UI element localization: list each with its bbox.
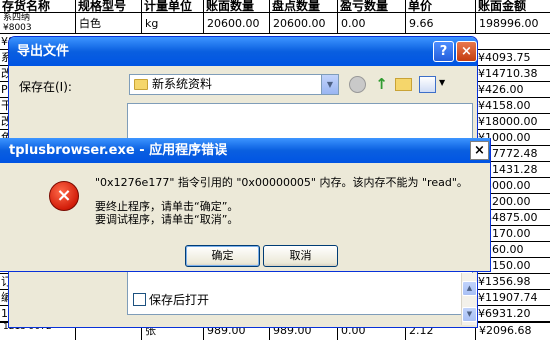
scroll-up-button[interactable]: ▲ — [462, 281, 477, 296]
error-message: "0x1276e177" 指令引用的 "0x00000005" 内存。该内存不能… — [95, 176, 468, 189]
terminate-instruction: 要终止程序，请单击“确定”。 — [95, 200, 239, 213]
header-unit: 计量单位 — [142, 0, 204, 12]
view-menu-icon[interactable] — [419, 76, 436, 93]
scroll-down-button[interactable]: ▼ — [462, 307, 477, 322]
help-button[interactable]: ? — [433, 41, 454, 62]
cell-diff-qty: 0.00 — [338, 13, 406, 34]
error-instructions: 要终止程序，请单击“确定”。 要调试程序，请单击“取消”。 — [95, 200, 238, 226]
list-item: ¥6931.20 — [476, 306, 550, 322]
list-item: ¥426.00 — [476, 82, 550, 98]
application-error-dialog: tplusbrowser.exe - 应用程序错误 × × "0x1276e17… — [0, 138, 491, 272]
cancel-button[interactable]: 取消 — [263, 245, 338, 267]
list-item: ¥1356.98 — [476, 274, 550, 290]
open-after-save-label: 保存后打开 — [149, 293, 210, 307]
header-book-amount: 账面金额 — [478, 0, 527, 12]
header-item-name: 存货名称 — [0, 0, 76, 12]
error-icon: × — [49, 181, 79, 211]
list-item: ¥4093.75 — [476, 50, 550, 66]
save-in-dropdown[interactable]: 新系统资料 ▼ — [129, 74, 339, 95]
list-item — [476, 34, 550, 50]
error-close-button[interactable]: × — [470, 141, 489, 160]
list-item: ¥14710.38 — [476, 66, 550, 82]
back-icon[interactable] — [349, 76, 366, 93]
cell-unit: kg — [142, 13, 204, 34]
list-item: ¥11907.74 — [476, 290, 550, 306]
chevron-down-icon[interactable]: ▼ — [321, 75, 338, 94]
dialog-title: 导出文件 — [9, 37, 477, 66]
list-item: ¥4158.00 — [476, 98, 550, 114]
new-folder-icon[interactable] — [395, 78, 412, 91]
header-count-qty: 盘点数量 — [270, 0, 338, 12]
cell-name: 系四纳 ¥8003 — [0, 13, 76, 34]
column-header-row: 存货名称 规格型号 计量单位 账面数量 盘点数量 盈亏数量 单价 账面金额 — [0, 0, 550, 12]
cell-book-qty: 20600.00 — [204, 13, 270, 34]
table-row: 系四纳 ¥8003 白色 kg 20600.00 20600.00 0.00 9.… — [0, 12, 550, 34]
selected-folder: 新系统资料 — [152, 77, 213, 91]
cell-book-amount: ¥2096.68 — [479, 324, 532, 337]
cell-price: 9.66 — [406, 13, 476, 34]
header-spec: 规格型号 — [76, 0, 142, 12]
cell-count-qty: 20600.00 — [270, 13, 338, 34]
header-diff-qty: 盈亏数量 — [338, 0, 406, 12]
cell-book-amount: 198996.00 — [479, 17, 539, 30]
error-dialog-title: tplusbrowser.exe - 应用程序错误 — [0, 138, 490, 163]
save-in-label: 保存在(I): — [19, 80, 72, 94]
folder-icon — [134, 79, 148, 90]
header-book-qty: 账面数量 — [204, 0, 270, 12]
debug-instruction: 要调试程序，请单击“取消”。 — [95, 213, 239, 226]
cell-spec: 白色 — [76, 13, 142, 34]
close-button[interactable]: × — [456, 41, 477, 62]
up-folder-icon[interactable]: ↑ — [373, 76, 390, 93]
ok-button[interactable]: 确定 — [185, 245, 260, 267]
list-item: ¥18000.00 — [476, 114, 550, 130]
chevron-down-icon[interactable]: ▼ — [439, 78, 445, 87]
open-after-save-checkbox[interactable] — [133, 293, 146, 306]
header-price: 单价 — [406, 0, 476, 12]
open-after-save-option[interactable]: 保存后打开 — [133, 293, 209, 307]
